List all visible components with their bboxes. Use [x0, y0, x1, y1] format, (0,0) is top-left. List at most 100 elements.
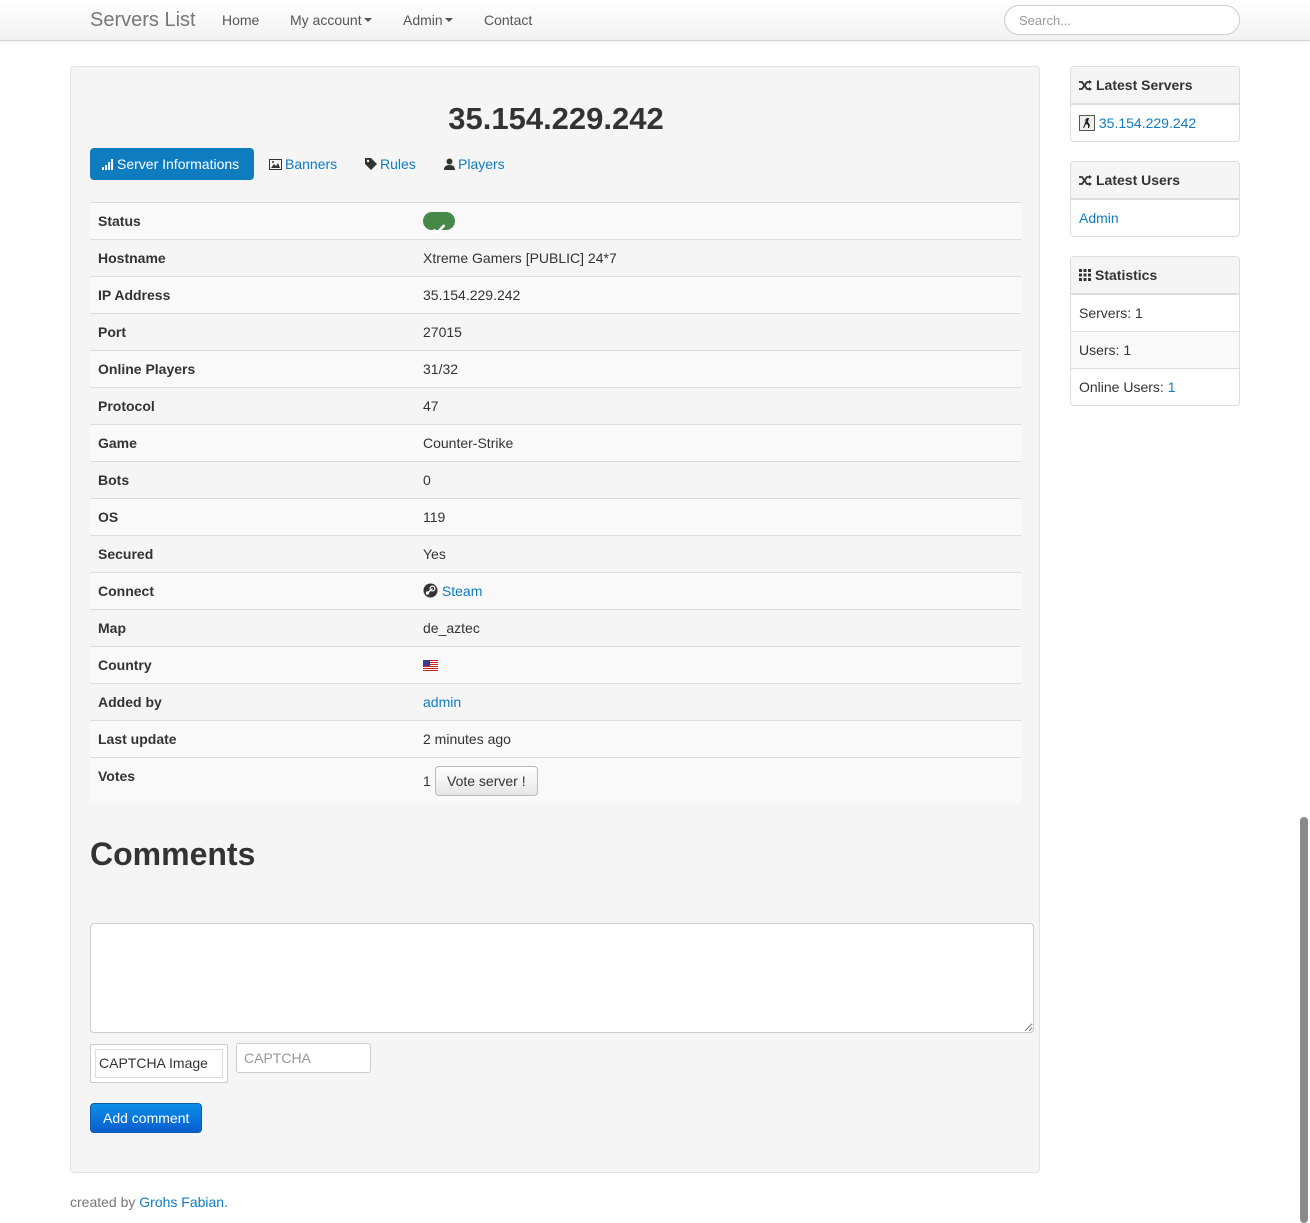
signal-icon [102, 159, 113, 170]
secured-value: Yes [423, 546, 446, 562]
box-title: Latest Servers [1096, 77, 1193, 93]
page-title: 35.154.229.242 [448, 101, 664, 136]
captcha-alt-text: CAPTCHA Image [99, 1055, 208, 1071]
row-label: Added by [98, 694, 162, 710]
grid-icon [1079, 269, 1091, 281]
added-by-link[interactable]: admin [423, 694, 461, 710]
box-title: Latest Users [1096, 172, 1181, 188]
random-icon [1079, 80, 1092, 91]
row-label: OS [98, 509, 119, 525]
us-flag-icon [423, 659, 438, 671]
row-label: Hostname [98, 250, 166, 266]
latest-user-link[interactable]: Admin [1079, 210, 1119, 226]
online-users-link[interactable]: 1 [1168, 379, 1176, 395]
ip-value: 35.154.229.242 [423, 287, 521, 303]
row-label: Online Players [98, 361, 196, 377]
caret-down-icon [444, 18, 453, 23]
row-label: Connect [98, 583, 154, 599]
add-comment-button[interactable]: Add comment [90, 1103, 203, 1133]
row-label: Votes [98, 768, 136, 784]
added-by-value: admin [423, 684, 461, 720]
steam-connect-link[interactable]: Steam [442, 583, 482, 599]
table-row: Country [90, 646, 1021, 683]
latest-servers-header: Latest Servers [1071, 67, 1239, 104]
row-label: Map [98, 620, 126, 636]
status-badge [423, 212, 455, 236]
last-update-value: 2 minutes ago [423, 731, 511, 747]
bots-value: 0 [423, 472, 431, 488]
table-row: Game Counter-Strike [90, 424, 1021, 461]
broken-image-frame: CAPTCHA Image [95, 1049, 223, 1078]
box-title: Statistics [1095, 267, 1158, 283]
table-row: Votes 1 Vote server ! [90, 757, 1021, 803]
statistics-box: Statistics Servers: 1 Users: 1 Online Us… [1070, 256, 1240, 406]
table-row: Port 27015 [90, 313, 1021, 350]
captcha-input[interactable] [236, 1043, 371, 1073]
page-scrollbar[interactable] [1300, 817, 1308, 1223]
latest-servers-box: Latest Servers 35.154.229.242 [1070, 66, 1240, 142]
server-info-table: Status Hostname Xtreme Gamers [PUBLIC] 2… [90, 202, 1021, 803]
picture-icon [269, 159, 282, 170]
latest-users-header: Latest Users [1071, 162, 1239, 199]
table-row: Protocol 47 [90, 387, 1021, 424]
footer-author-link[interactable]: Grohs Fabian. [139, 1194, 228, 1210]
list-item: Admin [1071, 199, 1239, 236]
stat-servers: Servers: 1 [1071, 294, 1239, 331]
table-row: IP Address 35.154.229.242 [90, 276, 1021, 313]
table-row: Bots 0 [90, 461, 1021, 498]
statistics-header: Statistics [1071, 257, 1239, 294]
protocol-value: 47 [423, 398, 439, 414]
table-row: Online Players 31/32 [90, 350, 1021, 387]
row-label: Secured [98, 546, 154, 562]
steam-icon [423, 583, 438, 598]
row-label: IP Address [98, 287, 171, 303]
search-input[interactable] [1004, 5, 1240, 35]
comment-textarea[interactable] [90, 923, 1034, 1033]
tab-label: Banners [285, 156, 338, 172]
check-icon [432, 224, 446, 236]
tab-rules[interactable]: Rules [365, 148, 416, 180]
comments-heading: Comments [90, 836, 256, 872]
table-row: Added by admin [90, 683, 1021, 720]
tab-label: Server Informations [117, 156, 240, 172]
table-row: Last update 2 minutes ago [90, 720, 1021, 757]
nav-my-account[interactable]: My account [290, 12, 372, 28]
footer-prefix: created by [70, 1194, 136, 1210]
country-value [423, 647, 438, 683]
caret-down-icon [363, 18, 372, 23]
stat-online-label: Online Users: [1079, 379, 1164, 395]
connect-value: Steam [423, 573, 482, 609]
navbar: Servers List Home My account Admin Conta… [0, 0, 1310, 41]
footer: created by Grohs Fabian. [70, 1194, 228, 1210]
row-label: Port [98, 324, 126, 340]
nav-admin[interactable]: Admin [403, 12, 453, 28]
tag-icon [365, 158, 377, 170]
tab-banners[interactable]: Banners [269, 148, 337, 180]
nav-admin-label: Admin [403, 12, 443, 28]
table-row: Connect Steam [90, 572, 1021, 609]
tab-server-informations[interactable]: Server Informations [90, 148, 254, 180]
brand-link[interactable]: Servers List [90, 9, 196, 32]
row-label: Protocol [98, 398, 155, 414]
captcha-image: CAPTCHA Image [90, 1044, 228, 1083]
server-panel: 35.154.229.242 Server Informations Banne… [70, 66, 1040, 1173]
tab-players[interactable]: Players [444, 148, 505, 180]
list-item: 35.154.229.242 [1071, 104, 1239, 141]
nav-home[interactable]: Home [222, 12, 259, 28]
os-value: 119 [423, 509, 446, 525]
row-label: Last update [98, 731, 177, 747]
vote-server-button[interactable]: Vote server ! [435, 766, 538, 796]
random-icon [1079, 175, 1092, 186]
map-value: de_aztec [423, 620, 480, 636]
latest-users-box: Latest Users Admin [1070, 161, 1240, 237]
votes-count: 1 [423, 773, 431, 789]
port-value: 27015 [423, 324, 462, 340]
row-label: Country [98, 657, 152, 673]
nav-my-account-label: My account [290, 12, 362, 28]
status-value [423, 203, 455, 239]
tab-label: Players [458, 156, 505, 172]
nav-contact[interactable]: Contact [484, 12, 532, 28]
table-row: OS 119 [90, 498, 1021, 535]
hostname-value: Xtreme Gamers [PUBLIC] 24*7 [423, 250, 617, 266]
latest-server-link[interactable]: 35.154.229.242 [1099, 115, 1196, 131]
